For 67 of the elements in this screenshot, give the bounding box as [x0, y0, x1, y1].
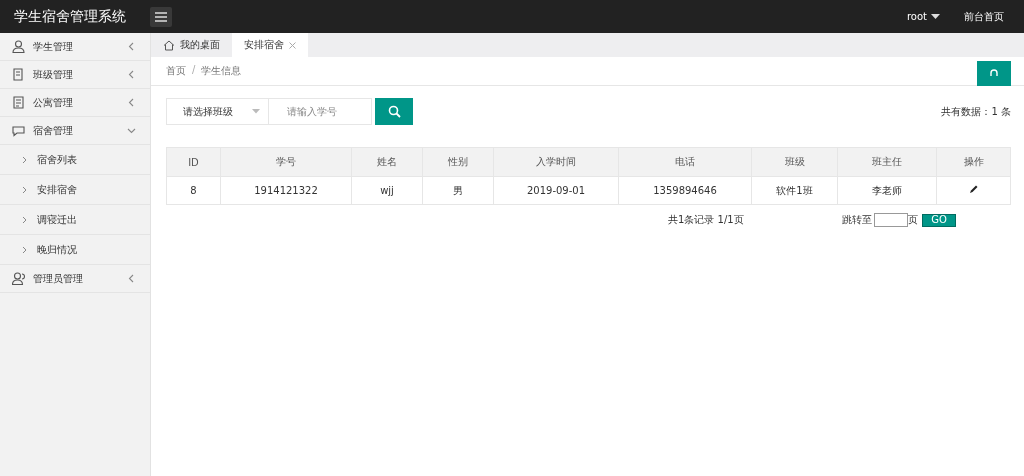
table-cell: 软件1班 — [751, 176, 838, 205]
chevron-right-icon — [22, 245, 27, 254]
chevron-left-icon — [127, 70, 136, 79]
breadcrumb-link[interactable]: 学生信息 — [201, 64, 242, 78]
user-menu[interactable]: root — [906, 11, 940, 22]
edit-icon[interactable] — [969, 185, 978, 194]
document-icon — [12, 68, 25, 81]
column-header: 班主任 — [837, 147, 937, 177]
sidebar-item[interactable]: 学生管理 — [0, 33, 150, 61]
table-cell: 男 — [422, 176, 494, 205]
chevron-down-icon — [127, 126, 136, 135]
column-header: 电话 — [618, 147, 752, 177]
tab[interactable]: 安排宿舍 — [232, 33, 308, 57]
home-link[interactable]: 前台首页 — [964, 9, 1004, 24]
user-icon — [12, 40, 25, 53]
close-icon[interactable] — [289, 41, 296, 49]
total-count: 共有数据：1 条 — [941, 104, 1011, 119]
column-header: 姓名 — [351, 147, 423, 177]
chevron-left-icon — [127, 98, 136, 107]
chevron-left-icon — [127, 274, 136, 283]
caret-icon — [252, 109, 260, 114]
refresh-icon — [990, 69, 998, 77]
class-select[interactable]: 请选择班级 — [166, 98, 269, 125]
go-button[interactable]: GO — [922, 213, 956, 227]
refresh-button[interactable] — [977, 60, 1011, 86]
column-header: ID — [166, 147, 221, 177]
table-cell: 2019-09-01 — [493, 176, 619, 205]
tab[interactable]: 我的桌面 — [151, 33, 232, 57]
table-cell: 8 — [166, 176, 221, 205]
sidebar-item[interactable]: 管理员管理 — [0, 265, 150, 293]
sidebar-subitem[interactable]: 宿舍列表 — [0, 145, 150, 175]
column-header: 性别 — [422, 147, 494, 177]
column-header: 入学时间 — [493, 147, 619, 177]
menu-icon — [155, 11, 167, 22]
jump-label: 跳转至 — [842, 213, 872, 227]
user-icon — [12, 272, 25, 285]
document-icon — [12, 96, 25, 109]
column-header: 操作 — [936, 147, 1011, 177]
student-id-field[interactable]: 请输入学号 — [269, 98, 372, 125]
menu-toggle-button[interactable] — [150, 6, 172, 27]
table-cell: 李老师 — [837, 176, 937, 205]
page-unit: 页 — [908, 213, 918, 227]
column-header: 班级 — [751, 147, 838, 177]
search-button[interactable] — [375, 98, 413, 125]
sidebar-item[interactable]: 宿舍管理 — [0, 117, 150, 145]
caret-icon — [931, 13, 940, 20]
chevron-right-icon — [22, 185, 27, 194]
app-title: 学生宿舍管理系统 — [13, 7, 127, 26]
chat-icon — [12, 124, 25, 137]
sidebar-subitem[interactable]: 晚归情况 — [0, 235, 150, 265]
column-header: 学号 — [220, 147, 352, 177]
table-cell: wjj — [351, 176, 423, 205]
page-summary: 共1条记录 1/1页 — [668, 213, 745, 227]
search-icon — [387, 105, 401, 118]
breadcrumb-separator: / — [192, 64, 196, 77]
sidebar-subitem[interactable]: 安排宿舍 — [0, 175, 150, 205]
sidebar-item[interactable]: 公寓管理 — [0, 89, 150, 117]
chevron-right-icon — [22, 155, 27, 164]
sidebar-item[interactable]: 班级管理 — [0, 61, 150, 89]
sidebar-subitem[interactable]: 调寝迁出 — [0, 205, 150, 235]
chevron-right-icon — [22, 215, 27, 224]
breadcrumb-link[interactable]: 首页 — [166, 64, 186, 78]
table-cell: 1914121322 — [220, 176, 352, 205]
home-icon — [163, 39, 175, 51]
page-number-field[interactable] — [874, 213, 908, 227]
chevron-left-icon — [127, 42, 136, 51]
table-cell: 1359894646 — [618, 176, 752, 205]
